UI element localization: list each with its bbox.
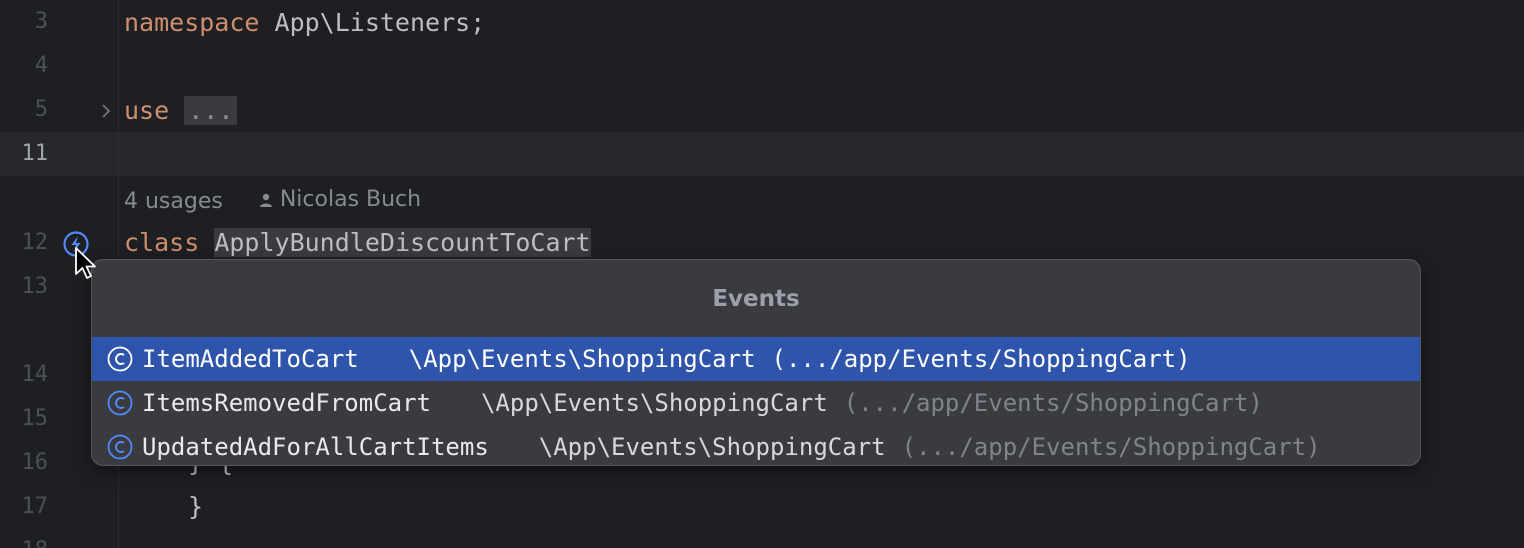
class-icon	[107, 346, 133, 372]
current-line-highlight	[0, 132, 1524, 176]
popup-item-items-removed-from-cart[interactable]: ItemsRemovedFromCart \App\Events\Shoppin…	[92, 381, 1420, 425]
line-number: 14	[21, 362, 49, 387]
code-line-17[interactable]: }	[188, 485, 203, 529]
class-name[interactable]: ApplyBundleDiscountToCart	[214, 228, 591, 257]
line-number: 16	[21, 450, 49, 475]
code-line-namespace[interactable]: namespace App\Listeners;	[124, 1, 485, 45]
usages-hint[interactable]: 4 usages	[124, 189, 223, 214]
line-number: 18	[0, 529, 49, 548]
item-name: ItemAddedToCart	[142, 345, 359, 373]
use-keyword: use	[124, 96, 170, 125]
line-number: 12	[21, 230, 49, 255]
chevron-right-icon[interactable]	[95, 100, 117, 122]
popup-list: ItemAddedToCart \App\Events\ShoppingCart…	[92, 337, 1420, 465]
namespace-value: App\Listeners;	[259, 8, 486, 37]
line-number: 4	[34, 53, 48, 78]
popup-title: Events	[712, 286, 800, 312]
line-number: 17	[21, 494, 49, 519]
item-namespace: \App\Events\ShoppingCart	[480, 389, 828, 417]
code-line-use[interactable]: use ...	[124, 89, 238, 133]
line-number: 15	[21, 406, 49, 431]
item-name: ItemsRemovedFromCart	[142, 389, 431, 417]
folded-imports[interactable]: ...	[184, 96, 238, 125]
line-number-current: 11	[21, 141, 49, 166]
events-popup[interactable]: Events ItemAddedToCart \App\Events\Shopp…	[91, 259, 1421, 466]
item-path: (.../app/Events/ShoppingCart)	[843, 389, 1263, 417]
class-icon	[107, 390, 133, 416]
line-number: 3	[34, 9, 48, 34]
item-path: (.../app/Events/ShoppingCart)	[771, 345, 1191, 373]
user-icon	[259, 193, 272, 207]
item-namespace: \App\Events\ShoppingCart	[408, 345, 756, 373]
item-path: (.../app/Events/ShoppingCart)	[901, 433, 1321, 461]
line-number: 13	[21, 274, 49, 299]
class-keyword: class	[124, 228, 200, 257]
class-icon	[107, 434, 133, 460]
item-name: UpdatedAdForAllCartItems	[142, 433, 489, 461]
popup-item-updated-ad-for-all-cart-items[interactable]: UpdatedAdForAllCartItems \App\Events\Sho…	[92, 425, 1420, 465]
author-hint[interactable]: Nicolas Buch	[258, 178, 421, 222]
popup-item-item-added-to-cart[interactable]: ItemAddedToCart \App\Events\ShoppingCart…	[92, 337, 1420, 381]
author-name: Nicolas Buch	[279, 187, 422, 212]
mouse-pointer-icon	[75, 247, 96, 279]
code-vision-hints: 4 usages Nicolas Buch	[124, 178, 421, 222]
line-number: 5	[34, 97, 48, 122]
namespace-keyword: namespace	[124, 8, 260, 37]
item-namespace: \App\Events\ShoppingCart	[538, 433, 886, 461]
